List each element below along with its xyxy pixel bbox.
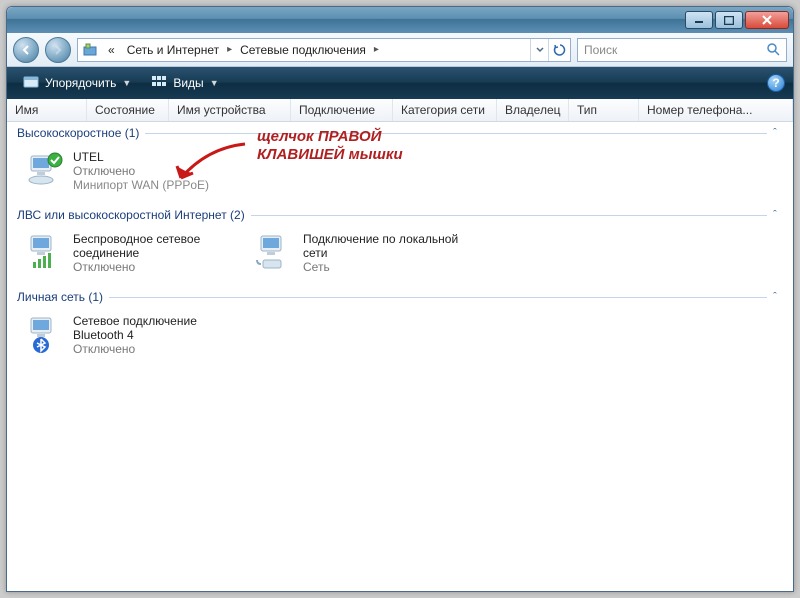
connection-icon bbox=[25, 314, 65, 354]
connection-icon bbox=[25, 150, 65, 190]
location-icon bbox=[80, 40, 100, 60]
views-button[interactable]: Виды ▼ bbox=[143, 70, 226, 97]
search-input[interactable]: Поиск bbox=[577, 38, 787, 62]
item-name: Подключение по локальной сети bbox=[303, 232, 477, 260]
group-header-pan[interactable]: Личная сеть (1) ˆ bbox=[7, 288, 793, 306]
content-area: Высокоскоростное (1) ˆ UTEL bbox=[7, 122, 793, 591]
breadcrumb-prefix[interactable]: « bbox=[102, 39, 121, 61]
item-device: Минипорт WAN (PPPoE) bbox=[73, 178, 209, 192]
item-status: Отключено bbox=[73, 164, 209, 178]
group-header-lan[interactable]: ЛВС или высокоскоростной Интернет (2) ˆ bbox=[7, 206, 793, 224]
address-dropdown-button[interactable] bbox=[530, 39, 548, 61]
search-icon bbox=[766, 42, 782, 61]
item-name: UTEL bbox=[73, 150, 209, 164]
col-owner[interactable]: Владелец bbox=[497, 99, 569, 121]
navbar: « Сеть и Интернет ▸ Сетевые подключения … bbox=[7, 33, 793, 67]
item-name: Беспроводное сетевое соединение bbox=[73, 232, 247, 260]
breadcrumb-seg-network[interactable]: Сеть и Интернет bbox=[121, 39, 225, 61]
forward-button[interactable] bbox=[45, 37, 71, 63]
organize-button[interactable]: Упорядочить ▼ bbox=[15, 70, 139, 97]
col-category[interactable]: Категория сети bbox=[393, 99, 497, 121]
command-bar: Упорядочить ▼ Виды ▼ ? bbox=[7, 67, 793, 99]
connection-item-bluetooth[interactable]: Сетевое подключение Bluetooth 4 Отключен… bbox=[21, 310, 251, 360]
breadcrumb-seg-connections[interactable]: Сетевые подключения bbox=[234, 39, 372, 61]
group-title: ЛВС или высокоскоростной Интернет (2) bbox=[17, 208, 245, 222]
col-state[interactable]: Состояние bbox=[87, 99, 169, 121]
item-status: Отключено bbox=[73, 342, 247, 356]
chevron-down-icon: ▼ bbox=[122, 78, 131, 88]
address-bar[interactable]: « Сеть и Интернет ▸ Сетевые подключения … bbox=[77, 38, 571, 62]
breadcrumb-separator-icon: ▸ bbox=[372, 44, 381, 55]
col-name[interactable]: Имя bbox=[7, 99, 87, 121]
back-button[interactable] bbox=[13, 37, 39, 63]
connection-item-utel[interactable]: UTEL Отключено Минипорт WAN (PPPoE) bbox=[21, 146, 251, 196]
group-header-broadband[interactable]: Высокоскоростное (1) ˆ bbox=[7, 124, 793, 142]
collapse-icon[interactable]: ˆ bbox=[767, 209, 783, 221]
explorer-window: « Сеть и Интернет ▸ Сетевые подключения … bbox=[6, 6, 794, 592]
connection-icon bbox=[255, 232, 295, 272]
organize-label: Упорядочить bbox=[45, 76, 116, 90]
help-button[interactable]: ? bbox=[767, 74, 785, 92]
organize-icon bbox=[23, 74, 39, 93]
item-status: Сеть bbox=[303, 260, 477, 274]
minimize-button[interactable] bbox=[685, 11, 713, 29]
col-conn[interactable]: Подключение bbox=[291, 99, 393, 121]
item-name: Сетевое подключение Bluetooth 4 bbox=[73, 314, 247, 342]
search-placeholder: Поиск bbox=[584, 43, 617, 57]
connection-icon bbox=[25, 232, 65, 272]
refresh-button[interactable] bbox=[548, 39, 570, 61]
col-phone[interactable]: Номер телефона... bbox=[639, 99, 793, 121]
connection-item-lan[interactable]: Подключение по локальной сети Сеть bbox=[251, 228, 481, 278]
col-type[interactable]: Тип bbox=[569, 99, 639, 121]
titlebar bbox=[7, 7, 793, 33]
group-title: Высокоскоростное (1) bbox=[17, 126, 139, 140]
connection-item-wifi[interactable]: Беспроводное сетевое соединение Отключен… bbox=[21, 228, 251, 278]
group-title: Личная сеть (1) bbox=[17, 290, 103, 304]
maximize-button[interactable] bbox=[715, 11, 743, 29]
item-status: Отключено bbox=[73, 260, 247, 274]
col-device[interactable]: Имя устройства bbox=[169, 99, 291, 121]
breadcrumb-separator-icon: ▸ bbox=[225, 44, 234, 55]
close-button[interactable] bbox=[745, 11, 789, 29]
views-label: Виды bbox=[173, 76, 203, 90]
views-icon bbox=[151, 74, 167, 93]
chevron-down-icon: ▼ bbox=[210, 78, 219, 88]
column-headers: Имя Состояние Имя устройства Подключение… bbox=[7, 99, 793, 122]
collapse-icon[interactable]: ˆ bbox=[767, 291, 783, 303]
collapse-icon[interactable]: ˆ bbox=[767, 127, 783, 139]
